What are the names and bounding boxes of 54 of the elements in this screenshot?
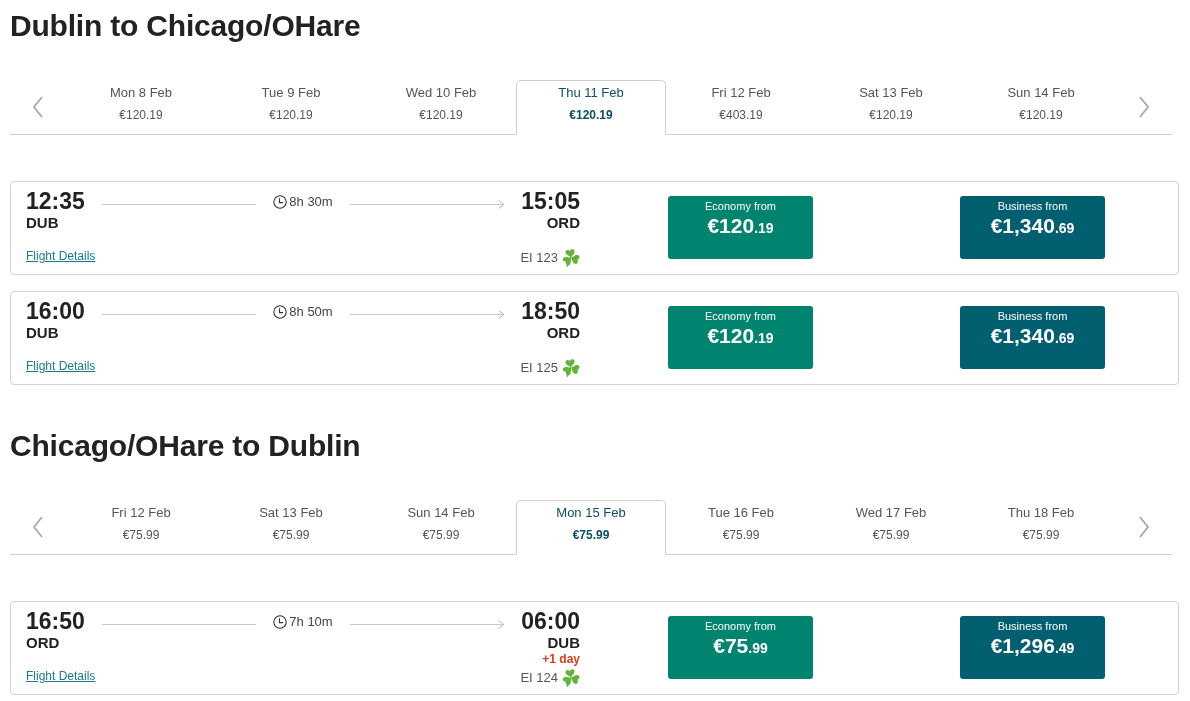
fare-button[interactable]: Economy from €75.99 (668, 616, 813, 679)
clock-icon (273, 305, 288, 319)
date-tab[interactable]: Thu 18 Feb €75.99 (966, 500, 1116, 554)
arrival-time: 15:05 (521, 188, 580, 214)
chevron-right-icon (1138, 516, 1150, 538)
date-tab[interactable]: Tue 9 Feb €120.19 (216, 80, 366, 134)
flight-number: EI 123 (520, 249, 558, 266)
arrival-time: 18:50 (521, 298, 580, 324)
duration-text: 8h 30m (289, 194, 333, 210)
date-tab[interactable]: Sun 14 Feb €75.99 (366, 500, 516, 554)
date-tab[interactable]: Wed 17 Feb €75.99 (816, 500, 966, 554)
date-tab[interactable]: Sat 13 Feb €120.19 (816, 80, 966, 134)
route-heading: Chicago/OHare to Dublin (10, 428, 362, 464)
date-tab[interactable]: Thu 11 Feb €120.19 (516, 80, 666, 135)
departure-airport: DUB (26, 214, 59, 232)
date-tab[interactable]: Wed 10 Feb €120.19 (366, 80, 516, 134)
duration-text: 7h 10m (289, 614, 333, 630)
fare-button[interactable]: Business from €1,340.69 (960, 196, 1105, 259)
fare-button[interactable]: Business from €1,340.69 (960, 306, 1105, 369)
departure-airport: DUB (26, 324, 59, 342)
fare-button[interactable]: Economy from €120.19 (668, 196, 813, 259)
date-tab[interactable]: Sat 13 Feb €75.99 (216, 500, 366, 554)
date-tab[interactable]: Tue 16 Feb €75.99 (666, 500, 816, 554)
flight-details-link[interactable]: Flight Details (26, 359, 96, 373)
flight-details-link[interactable]: Flight Details (26, 249, 96, 263)
flight-details-link[interactable]: Flight Details (26, 669, 96, 683)
flight-number: EI 125 (520, 359, 558, 376)
shamrock-icon (562, 668, 580, 687)
day-offset: +1 day (542, 652, 580, 666)
departure-time: 16:50 (26, 608, 85, 634)
chevron-right-icon (1138, 96, 1150, 118)
arrival-airport: ORD (546, 324, 580, 342)
shamrock-icon (562, 358, 580, 377)
date-tab[interactable]: Sun 14 Feb €120.19 (966, 80, 1116, 134)
duration-text: 8h 50m (289, 304, 333, 320)
clock-icon (273, 195, 288, 209)
fare-button[interactable]: Economy from €120.19 (668, 306, 813, 369)
clock-icon (273, 615, 288, 629)
chevron-left-icon (32, 516, 44, 538)
arrival-time: 06:00 (521, 608, 580, 634)
date-tab[interactable]: Fri 12 Feb €75.99 (66, 500, 216, 554)
departure-time: 12:35 (26, 188, 85, 214)
date-tab[interactable]: Mon 15 Feb €75.99 (516, 500, 666, 555)
arrival-airport: ORD (546, 214, 580, 232)
route-heading: Dublin to Chicago/OHare (10, 8, 362, 44)
fare-button[interactable]: Business from €1,296.49 (960, 616, 1105, 679)
departure-time: 16:00 (26, 298, 85, 324)
arrival-airport: DUB (547, 634, 580, 652)
flight-number: EI 124 (520, 669, 558, 686)
chevron-left-icon (32, 96, 44, 118)
departure-airport: ORD (26, 634, 60, 652)
date-tab[interactable]: Fri 12 Feb €403.19 (666, 80, 816, 134)
shamrock-icon (562, 248, 580, 267)
date-tab[interactable]: Mon 8 Feb €120.19 (66, 80, 216, 134)
